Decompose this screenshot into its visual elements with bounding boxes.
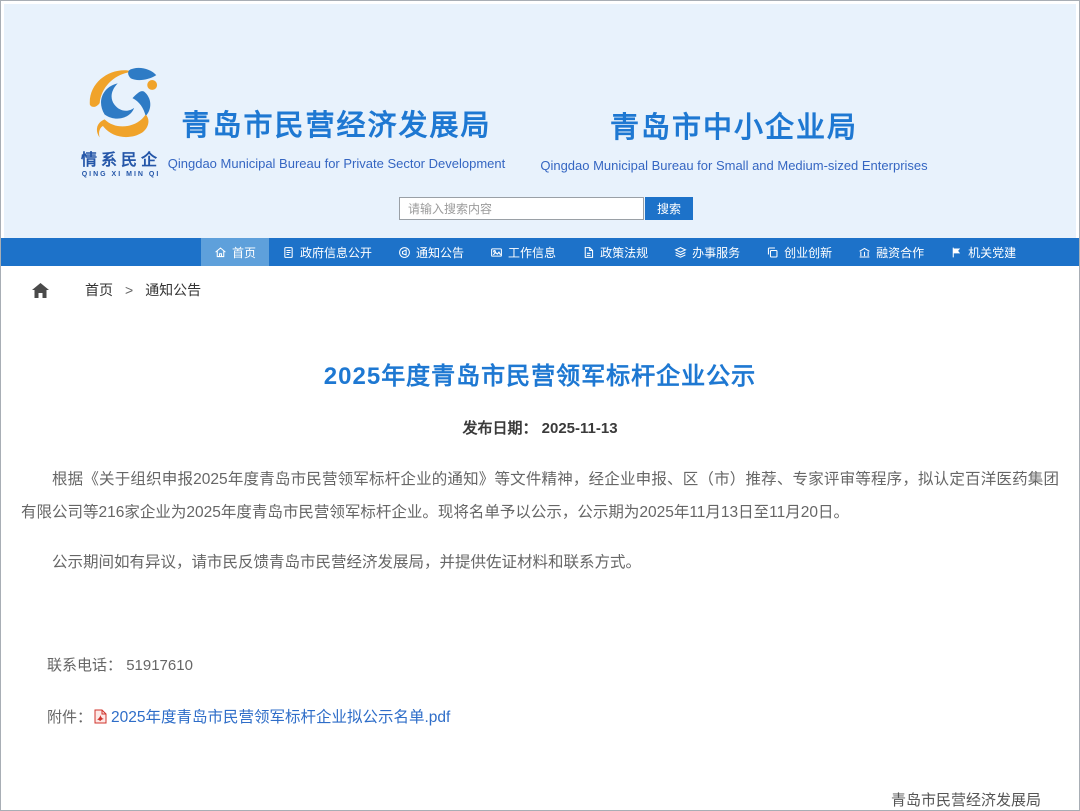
layers-icon [674,246,687,259]
publish-date-value: 2025-11-13 [542,420,618,437]
nav-item-notices[interactable]: 通知公告 [385,238,477,266]
nav-item-innovation[interactable]: 创业创新 [753,238,845,266]
document-icon [282,246,295,259]
article: 2025年度青岛市民营领军标杆企业公示 发布日期： 2025-11-13 根据《… [1,314,1079,811]
publish-date-label: 发布日期： [462,420,537,437]
nav-item-label: 首页 [232,244,256,261]
main-nav: 首页 政府信息公开 通知公告 工作信息 政策法规 [1,238,1079,266]
pdf-file-icon [94,709,107,724]
breadcrumb: 首页 > 通知公告 [1,266,1079,314]
bureau-secondary-name-en: Qingdao Municipal Bureau for Small and M… [529,158,939,173]
bureau-secondary-name-cn: 青岛市中小企业局 [529,104,939,146]
breadcrumb-separator: > [125,282,133,298]
nav-item-gov-info[interactable]: 政府信息公开 [269,238,385,266]
contact-phone: 51917610 [126,657,193,674]
article-paragraph-1: 根据《关于组织申报2025年度青岛市民营领军标杆企业的通知》等文件精神，经企业申… [21,463,1059,529]
attachment-label: 附件： [47,706,92,727]
flag-icon [950,246,963,259]
publish-date-line: 发布日期： 2025-11-13 [21,417,1059,438]
copy-icon [766,246,779,259]
contact-line: 联系电话： 51917610 [21,654,1059,675]
nav-item-label: 融资合作 [876,244,924,261]
nav-item-label: 政府信息公开 [300,244,372,261]
breadcrumb-current: 通知公告 [145,280,201,300]
breadcrumb-home-link[interactable]: 首页 [85,280,113,300]
nav-item-label: 创业创新 [784,244,832,261]
site-header: 情系民企 QING XI MIN QI 青岛市民营经济发展局 Qingdao M… [4,4,1076,238]
nav-item-financing[interactable]: 融资合作 [845,238,937,266]
nav-item-label: 通知公告 [416,244,464,261]
policy-icon [582,246,595,259]
home-icon [214,246,227,259]
breadcrumb-home-icon[interactable] [32,283,49,298]
nav-item-work-info[interactable]: 工作信息 [477,238,569,266]
search-button[interactable]: 搜索 [645,197,693,220]
attachment-line: 附件： 2025年度青岛市民营领军标杆企业拟公示名单.pdf [21,705,1059,727]
article-paragraph-2: 公示期间如有异议，请市民反馈青岛市民营经济发展局，并提供佐证材料和联系方式。 [21,546,1059,579]
bureau-secondary-title: 青岛市中小企业局 Qingdao Municipal Bureau for Sm… [529,104,939,173]
search-bar: 搜索 [399,197,693,220]
announcement-icon [398,246,411,259]
nav-item-home[interactable]: 首页 [201,238,269,266]
bank-icon [858,246,871,259]
search-input[interactable] [399,197,644,220]
bureau-primary-title: 青岛市民营经济发展局 Qingdao Municipal Bureau for … [154,102,519,171]
nav-item-party[interactable]: 机关党建 [937,238,1029,266]
nav-item-policies[interactable]: 政策法规 [569,238,661,266]
nav-item-label: 政策法规 [600,244,648,261]
attachment-link[interactable]: 2025年度青岛市民营领军标杆企业拟公示名单.pdf [111,705,450,727]
article-signature: 青岛市民营经济发展局 [21,789,1059,810]
contact-label: 联系电话： [47,657,122,674]
nav-item-label: 机关党建 [968,244,1016,261]
article-title: 2025年度青岛市民营领军标杆企业公示 [21,356,1059,391]
bureau-primary-name-en: Qingdao Municipal Bureau for Private Sec… [154,156,519,171]
image-icon [490,246,503,259]
page: 情系民企 QING XI MIN QI 青岛市民营经济发展局 Qingdao M… [0,0,1080,811]
nav-item-services[interactable]: 办事服务 [661,238,753,266]
logo-text-en: QING XI MIN QI [56,171,186,178]
bureau-primary-name-cn: 青岛市民营经济发展局 [154,102,519,144]
nav-item-label: 工作信息 [508,244,556,261]
nav-item-label: 办事服务 [692,244,740,261]
